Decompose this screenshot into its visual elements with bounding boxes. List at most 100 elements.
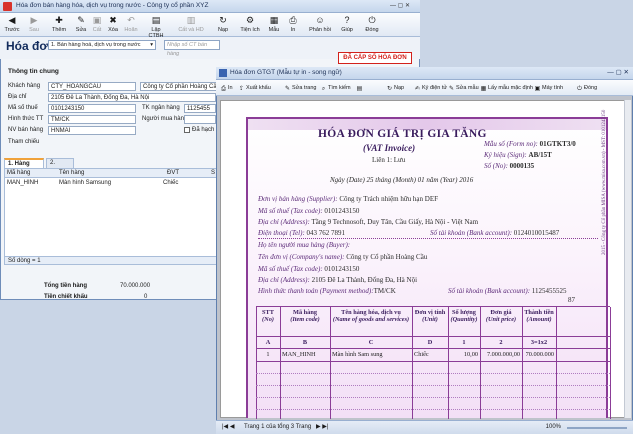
toolbar-button-15[interactable]: ⏻ Đóng (362, 14, 382, 36)
preview-toolbar-button-8[interactable]: ▦ Lấy mẫu mặc định (480, 83, 533, 93)
arrow-left-icon: ◀ (8, 15, 16, 25)
toolbar-button-8[interactable]: ▥ Cất và HD (174, 14, 208, 36)
toolbar-button-label: Sau (29, 27, 39, 33)
page-first-icon[interactable]: |◀ ◀ (222, 421, 234, 434)
column-title-vn: Mã hàng (293, 309, 317, 316)
preview-app-icon (219, 69, 227, 77)
preview-toolbar-button-3[interactable]: ⌕ Tìm kiếm (320, 83, 351, 93)
invoice-side-text: 2015 - Công ty Cổ phần MISA (www.misa.co… (602, 109, 607, 255)
preview-window-controls[interactable]: — ▢ ✕ (607, 67, 629, 79)
toolbar-button-label: Hoãn (124, 27, 138, 33)
save-doc-icon: ▥ (186, 15, 196, 25)
toolbar-button-7[interactable]: ▤ Lập CTBH (144, 14, 168, 39)
toolbar-button-4[interactable]: ▣ Cất (90, 14, 104, 36)
address-field[interactable]: 2105 Đê La Thành, Đống Đa, Hà Nội (48, 93, 216, 102)
customer-name-field[interactable]: Công ty Cổ phần Hoàng Cầu (140, 82, 220, 91)
grid-cell[interactable]: MAN_HINH (5, 179, 57, 188)
invoice-column-code: 1 (462, 339, 466, 346)
undo-icon: ↶ (127, 15, 135, 25)
column-title-vn: Đơn vị tính (414, 309, 446, 316)
buyer-field[interactable] (184, 115, 216, 124)
preview-toolbar-button-5[interactable]: ↻ Nạp (386, 83, 404, 93)
toolbar-button-label: Trước (4, 27, 20, 33)
grid-header-cell[interactable]: Mã hàng (5, 169, 57, 178)
grid-header-cell[interactable]: Tên hàng (57, 169, 161, 178)
table-gridline (256, 397, 610, 398)
preview-toolbar-button-10[interactable]: ⏻ Đóng (576, 83, 597, 93)
preview-toolbar-button-0[interactable]: ⎙ In (220, 83, 233, 93)
toolbar-button-label: Cất và HD (178, 27, 204, 33)
account-field[interactable]: 1125455 (184, 104, 216, 113)
invoice-column-code: C (368, 339, 374, 346)
grid-cell[interactable]: Chiếc (161, 179, 205, 188)
tab-other[interactable]: 2. Khác (46, 158, 74, 175)
zoom-slider[interactable] (567, 427, 627, 429)
staff-field[interactable]: HNMAI (48, 126, 136, 135)
grid-cell[interactable]: Màn hình Samsung (57, 179, 161, 188)
grid-header-cell[interactable]: ĐVT (165, 169, 205, 178)
invoice-type-select[interactable]: 1. Bán hàng hoá, dịch vụ trong nước ▾ (48, 40, 156, 50)
preview-toolbar-icon: ↻ (386, 86, 393, 92)
column-title-en: (Name of goods and services) (332, 316, 410, 323)
voucher-search-input[interactable]: Nhập số CT bán hàng (164, 40, 220, 57)
toolbar-button-0[interactable]: ◀ Trước (2, 14, 22, 36)
customer-code-field[interactable]: CTY_HOANGCAU (48, 82, 136, 91)
column-title-en: (Unit price) (485, 316, 517, 323)
invoice-column-code: A (265, 339, 271, 346)
toolbar-button-11[interactable]: ▦ Mẫu (266, 14, 282, 36)
toolbar-button-9[interactable]: ↻ Nạp (214, 14, 232, 36)
tax-field[interactable]: 0101243150 (48, 104, 136, 113)
add-icon: ✚ (55, 15, 63, 25)
preview-toolbar-label: Tìm kiếm (328, 85, 351, 91)
invoice-row-cell: Chiếc (414, 351, 429, 358)
toolbar-button-2[interactable]: ✚ Thêm (50, 14, 68, 36)
seller-address-line: Địa chỉ (Address): Tầng 9 Technosoft, Du… (258, 218, 479, 226)
toolbar-button-label: Cất (92, 27, 102, 33)
preview-toolbar-button-7[interactable]: ✎ Sửa mẫu (448, 83, 479, 93)
preview-toolbar-button-6[interactable]: ✍ Ký điện tử (414, 83, 447, 93)
window-controls[interactable]: — ▢ ✕ (390, 3, 416, 10)
payment-field[interactable]: TM/CK (48, 115, 136, 124)
toolbar-button-13[interactable]: ☺ Phản hồi (308, 14, 332, 36)
toolbar-button-10[interactable]: ⚙ Tiện ích (238, 14, 262, 36)
zoom-level: 100% (545, 424, 561, 430)
issue-invoice-button[interactable]: ĐÃ CẤP SỐ HÓA ĐƠN (338, 52, 412, 64)
preview-toolbar-label: Sửa trang (292, 85, 317, 91)
table-gridline (256, 409, 610, 410)
preview-toolbar-button-1[interactable]: ⇪ Xuất khẩu (238, 83, 271, 93)
column-title-en: (Item code) (290, 316, 320, 323)
chevron-down-icon[interactable]: ▾ (150, 41, 153, 50)
table-gridline (256, 385, 610, 386)
buyer-label: Người mua hàng (142, 116, 188, 122)
preview-toolbar-button-9[interactable]: ▣ Máy tính (534, 83, 563, 93)
tab-goods[interactable]: 1. Hàng tiền (4, 158, 44, 176)
column-title-vn: Đơn giá (490, 309, 512, 316)
toolbar-button-5[interactable]: ✖ Xóa (106, 14, 120, 36)
toolbar-button-3[interactable]: ✎ Sửa (74, 14, 88, 36)
toolbar-button-14[interactable]: ? Giúp (338, 14, 356, 36)
preview-toolbar-button-2[interactable]: ✎ Sửa trang (284, 83, 317, 93)
table-gridline (556, 307, 557, 419)
template-icon: ▦ (269, 15, 279, 25)
toolbar-button-6[interactable]: ↶ Hoãn (122, 14, 140, 36)
preview-toolbar-icon: ⌕ (321, 86, 326, 92)
toolbar-button-12[interactable]: ⎙ In (286, 14, 300, 36)
refresh-icon: ↻ (219, 15, 227, 25)
posted-checkbox[interactable] (184, 127, 190, 133)
table-gridline (256, 307, 257, 419)
reference-label: Tham chiếu (8, 139, 40, 145)
seller-bank-line: Số tài khoản (Bank account): 01240100154… (430, 229, 560, 237)
table-gridline (610, 307, 611, 419)
toolbar-button-label: Mẫu (268, 27, 280, 33)
preview-toolbar-label: Nạp (394, 85, 405, 91)
invoice-column-header: Thành tiền (Amount) (522, 309, 556, 323)
page-next-icon[interactable]: ▶ ▶| (316, 421, 328, 434)
preview-toolbar-label: Sửa mẫu (456, 85, 479, 91)
page-status: Trang 1 của tổng 3 Trang (244, 424, 312, 430)
toolbar-button-1[interactable]: ▶ Sau (24, 14, 44, 36)
preview-scrollbar[interactable] (624, 100, 631, 418)
column-title-vn: STT (262, 309, 274, 316)
total-goods-label: Tổng tiền hàng (44, 283, 87, 289)
delete-icon: ✖ (109, 15, 117, 25)
preview-toolbar-button-4[interactable]: ▤ (356, 83, 364, 93)
